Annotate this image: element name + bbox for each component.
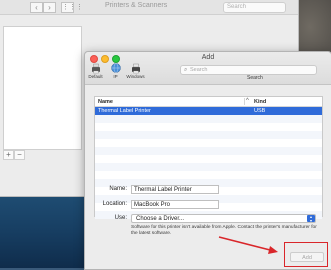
annotation-arrow-icon xyxy=(218,236,278,254)
